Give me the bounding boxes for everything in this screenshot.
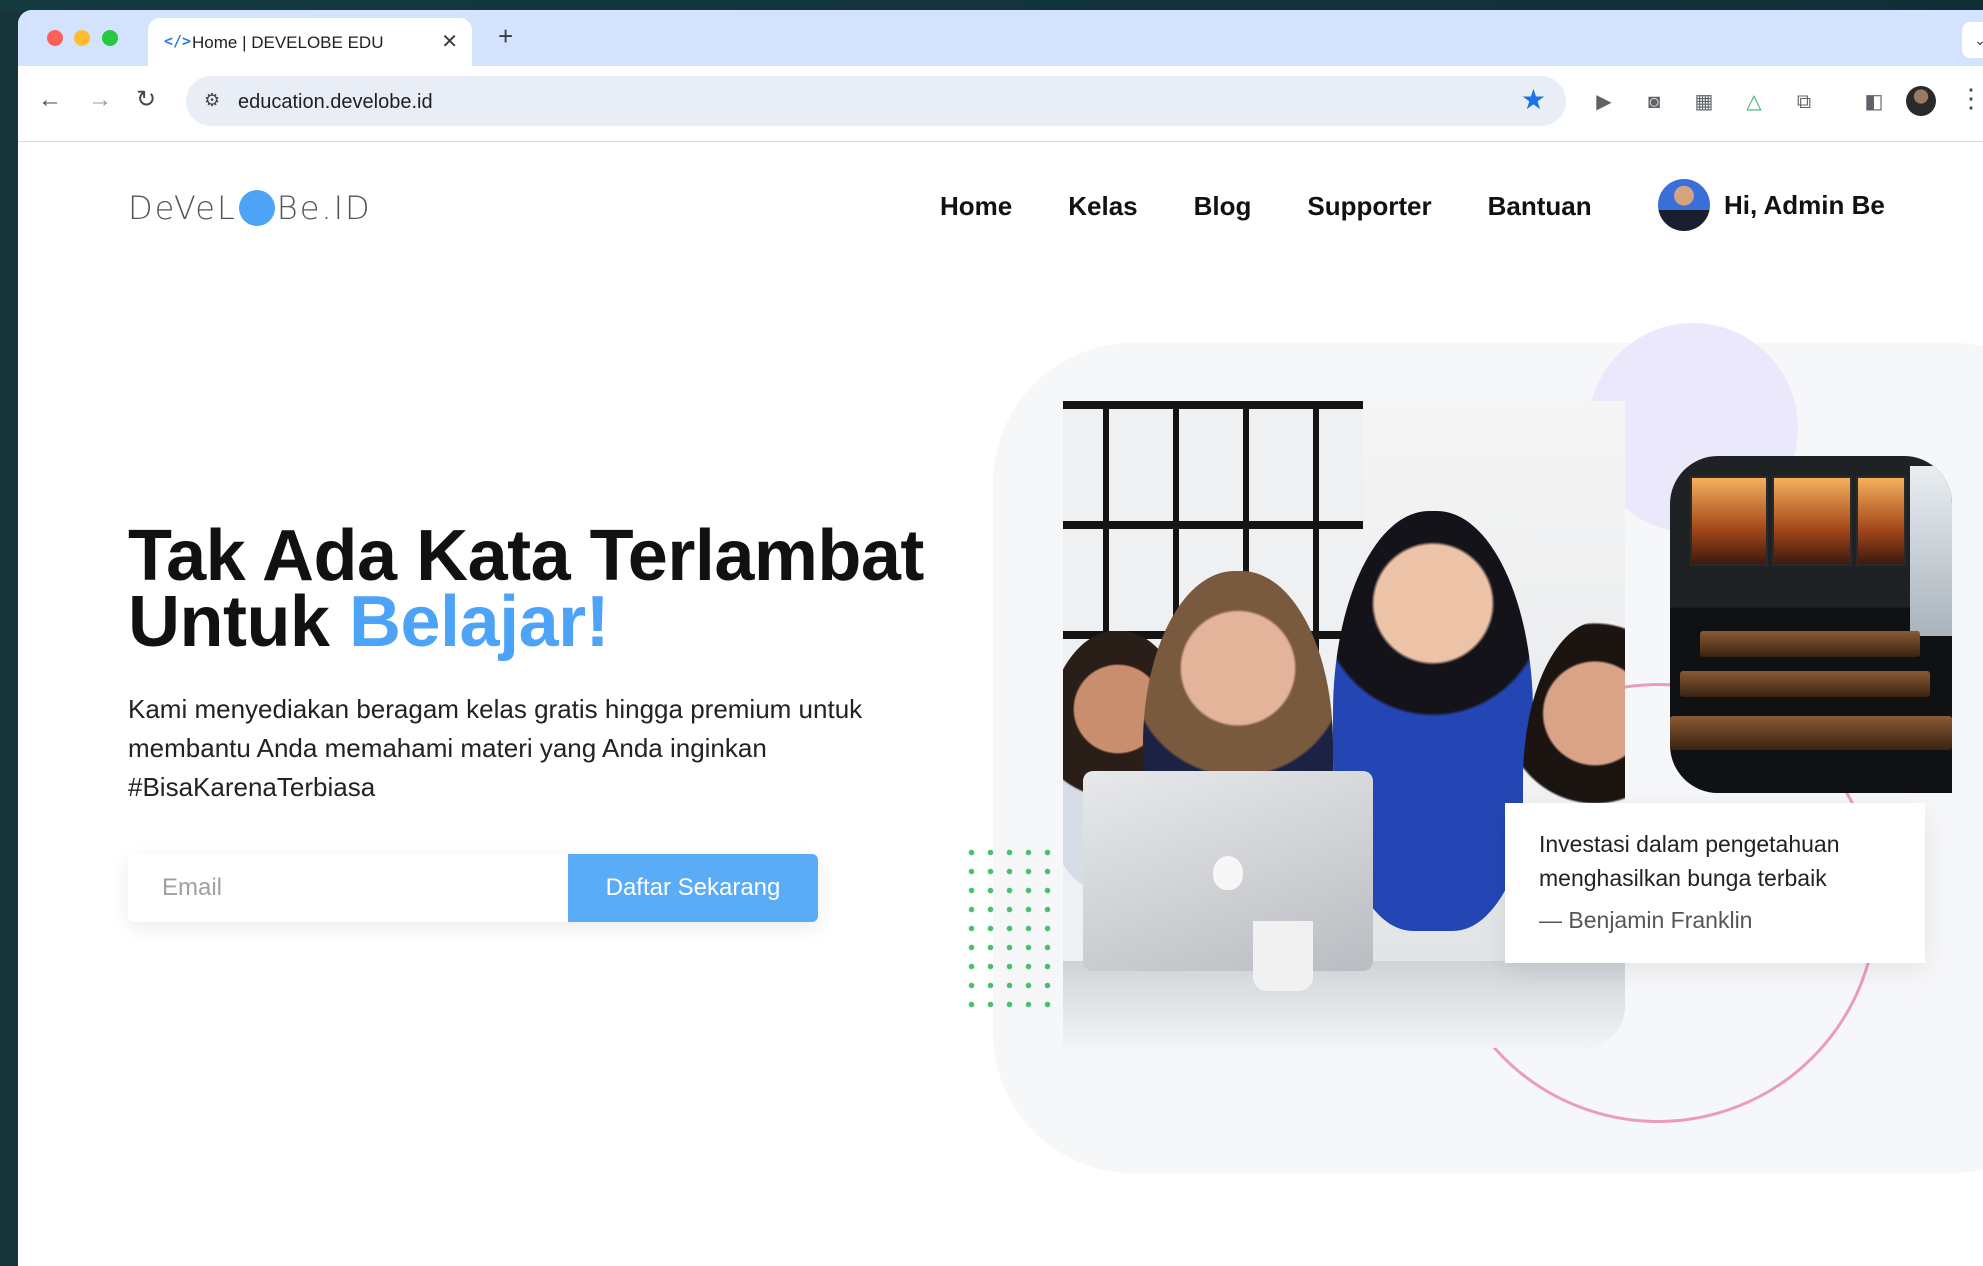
hero-subtext: Kami menyediakan beragam kelas gratis hi…	[128, 694, 863, 802]
page-content: DeVeL Be.ID Home Kelas Blog Supporter Ba…	[18, 143, 1983, 1266]
close-window-button[interactable]	[47, 30, 63, 46]
side-panel-icon[interactable]: ◧	[1860, 88, 1888, 116]
vue-devtools-icon[interactable]: △	[1740, 88, 1768, 116]
avatar[interactable]	[1658, 179, 1710, 231]
forward-arrow-icon[interactable]: →	[88, 88, 112, 112]
tab-strip: </> Home | DEVELOBE EDU ✕ + ⌄	[18, 10, 1983, 66]
site-logo[interactable]: DeVeL Be.ID	[128, 188, 372, 228]
address-bar[interactable]: ⚙ education.develobe.id ★	[186, 76, 1566, 126]
code-icon: </>	[164, 32, 192, 50]
quote-text: Investasi dalam pengetahuan menghasilkan…	[1539, 831, 1840, 891]
qr-code-icon[interactable]: ▦	[1690, 88, 1718, 116]
browser-toolbar: ← → ↻ ⚙ education.develobe.id ★ ▶ ◙ ▦ △ …	[18, 66, 1983, 142]
nav-item-kelas[interactable]: Kelas	[1068, 191, 1137, 222]
signup-form: Daftar Sekarang	[128, 854, 818, 922]
headline-line-2-prefix: Untuk	[128, 582, 349, 662]
new-tab-button[interactable]: +	[498, 23, 513, 49]
camera-icon[interactable]: ◙	[1640, 88, 1668, 116]
nav-item-supporter[interactable]: Supporter	[1307, 191, 1431, 222]
nav-item-blog[interactable]: Blog	[1194, 191, 1252, 222]
logo-dot	[238, 190, 275, 226]
more-menu-icon[interactable]: ⋮	[1958, 84, 1983, 112]
back-arrow-icon[interactable]: ←	[38, 88, 62, 112]
nav-item-bantuan[interactable]: Bantuan	[1488, 191, 1592, 222]
quote-card: Investasi dalam pengetahuan menghasilkan…	[1505, 803, 1925, 963]
user-greeting[interactable]: Hi, Admin Be	[1724, 190, 1885, 221]
main-nav: Home Kelas Blog Supporter Bantuan	[940, 191, 1648, 222]
browser-window: </> Home | DEVELOBE EDU ✕ + ⌄ ← → ↻ ⚙ ed…	[18, 10, 1983, 1266]
register-button[interactable]: Daftar Sekarang	[568, 854, 818, 922]
reload-icon[interactable]: ↻	[136, 88, 156, 112]
maximize-window-button[interactable]	[102, 30, 118, 46]
quote-author: — Benjamin Franklin	[1539, 907, 1753, 933]
logo-left-text: DeVeL	[128, 189, 237, 227]
minimize-window-button[interactable]	[74, 30, 90, 46]
cast-icon[interactable]: ▶	[1590, 88, 1618, 116]
close-tab-icon[interactable]: ✕	[441, 29, 458, 54]
hero-photo-classroom	[1670, 456, 1952, 793]
headline-accent: Belajar!	[348, 582, 610, 662]
profile-avatar[interactable]	[1906, 86, 1936, 116]
tab-title: Home | DEVELOBE EDU	[192, 33, 384, 52]
hero-headline: Tak Ada Kata Terlambat Untuk Belajar!	[128, 520, 924, 658]
chevron-down-icon[interactable]: ⌄	[1962, 22, 1983, 58]
email-field[interactable]	[128, 854, 568, 922]
tab-home[interactable]: </> Home | DEVELOBE EDU ✕	[148, 18, 472, 66]
bookmark-star-icon[interactable]: ★	[1521, 86, 1546, 114]
logo-right-text: Be.ID	[276, 189, 372, 227]
user-menu[interactable]: Hi, Admin Be	[1658, 179, 1885, 231]
site-settings-icon[interactable]: ⚙	[204, 90, 220, 111]
url-text[interactable]: education.develobe.id	[238, 91, 433, 114]
extensions-puzzle-icon[interactable]: ⧉	[1790, 88, 1818, 116]
nav-item-home[interactable]: Home	[940, 191, 1012, 222]
